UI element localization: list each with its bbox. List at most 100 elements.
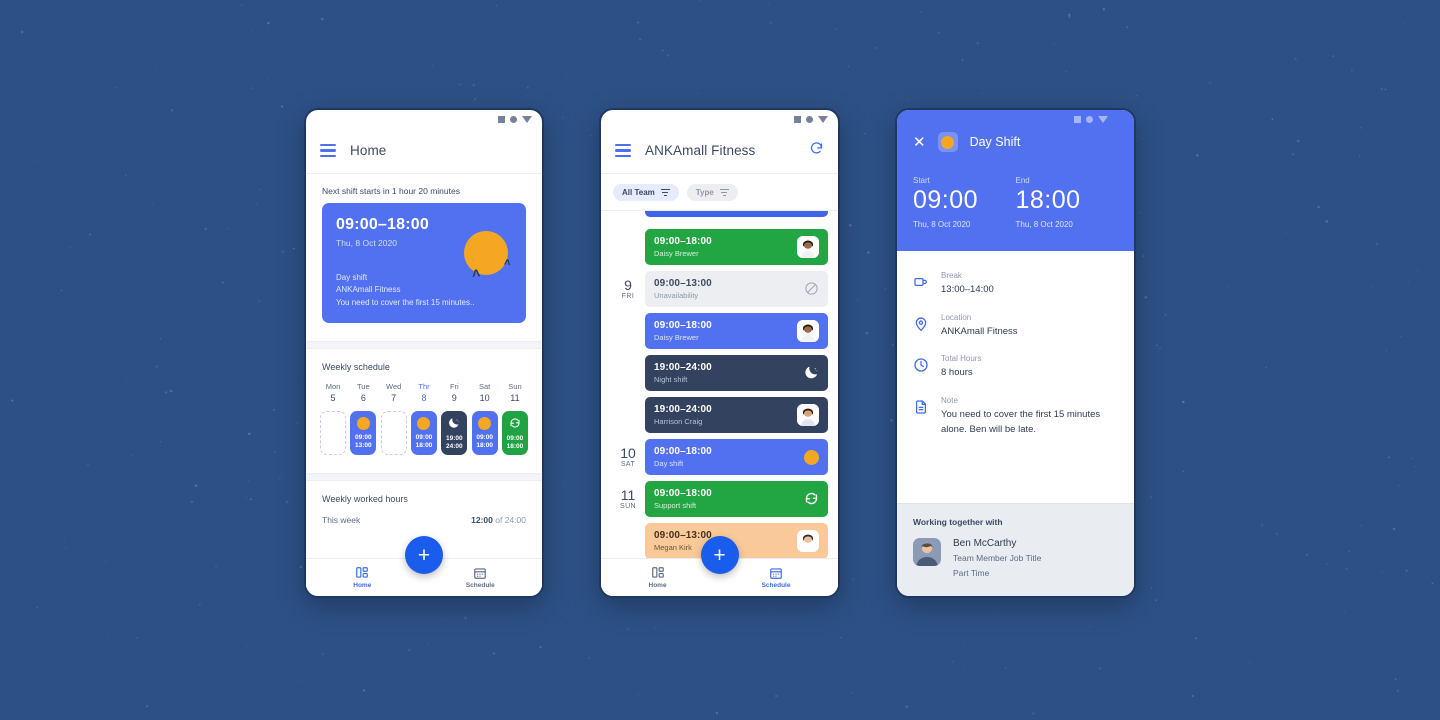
schedule-day-number: 9 <box>624 277 632 293</box>
shift-card[interactable]: 19:00–24:00 Night shift <box>645 355 828 391</box>
schedule-day-number: 10 <box>620 445 636 461</box>
week-day-wed[interactable]: Wed 7 <box>380 382 407 456</box>
status-bar <box>306 110 542 128</box>
nav-item-schedule[interactable]: Schedule <box>466 566 495 589</box>
shift-subtitle: Support shift <box>654 501 697 510</box>
app-bar: ANKAmall Fitness <box>601 128 838 174</box>
calendar-icon <box>770 568 782 579</box>
avatar <box>913 537 941 566</box>
week-day-sun[interactable]: Sun 11 09:00 18:00 <box>501 382 528 456</box>
week-day-mon[interactable]: Mon 5 <box>320 382 346 456</box>
week-day-empty-slot[interactable] <box>380 411 407 456</box>
worked-value: 12:00 <box>471 515 493 526</box>
weekly-schedule-title: Weekly schedule <box>322 362 390 373</box>
week-day-name: Fri <box>449 382 459 392</box>
avatar <box>797 530 819 552</box>
info-row-break: Break 13:00–14:00 <box>913 265 1118 307</box>
dashboard-icon <box>651 567 664 578</box>
worked-total: of 24:00 <box>495 515 526 526</box>
info-value: 13:00–14:00 <box>941 284 994 295</box>
filter-chip-type[interactable]: Type <box>686 184 738 201</box>
shift-card[interactable]: 19:00–24:00 Harrison Craig <box>645 397 828 433</box>
end-date: Thu, 8 Oct 2020 <box>1015 220 1073 229</box>
week-day-shift[interactable]: 09:00 18:00 <box>471 411 498 456</box>
nav-item-home[interactable]: Home <box>649 566 667 589</box>
shift-card[interactable]: 09:00–18:00 Daisy Brewer <box>645 313 828 349</box>
shift-time: 19:00–24:00 <box>654 362 712 373</box>
start-date: Thu, 8 Oct 2020 <box>913 220 971 229</box>
info-value: ANKAmall Fitness <box>941 325 1018 337</box>
week-day-name: Mon <box>325 382 341 392</box>
week-day-fri[interactable]: Fri 9 19:00 24:00 <box>441 382 468 456</box>
week-day-number: 8 <box>421 393 427 404</box>
week-day-shift[interactable]: 09:00 18:00 <box>501 411 528 456</box>
week-day-shift[interactable]: 09:00 18:00 <box>410 411 437 456</box>
week-day-empty-slot[interactable] <box>320 411 346 456</box>
close-icon[interactable]: ✕ <box>913 135 926 150</box>
add-button[interactable]: + <box>405 536 443 574</box>
section-divider <box>306 473 542 482</box>
weekly-worked-hours-row: This week 12:00 of 24:00 <box>306 504 542 525</box>
shift-card[interactable]: 09:00–13:00 Unavailability <box>645 271 828 307</box>
schedule-day-weekday: FRI <box>621 293 635 300</box>
filter-chip-all-team[interactable]: All Team <box>613 184 679 201</box>
coworker-name: Ben McCarthy <box>953 537 1017 549</box>
nav-label-home: Home <box>648 582 667 589</box>
shift-card[interactable]: 09:00–18:00 Support shift <box>645 481 828 517</box>
schedule-day-column: 11 SUN <box>611 481 645 565</box>
shift-subtitle: Night shift <box>654 375 688 384</box>
circle-icon <box>510 115 517 123</box>
sun-icon <box>417 417 431 431</box>
sun-icon <box>478 417 492 431</box>
status-bar <box>913 110 1118 128</box>
shift-time: 09:00–18:00 <box>654 488 712 499</box>
weekly-worked-hours-title: Weekly worked hours <box>322 494 408 505</box>
week-day-sat[interactable]: Sat 10 09:00 18:00 <box>471 382 498 456</box>
week-day-name: Sun <box>508 382 522 392</box>
week-day-shift[interactable]: 19:00 24:00 <box>441 411 468 456</box>
triangle-down-icon <box>522 115 532 123</box>
shift-detail-header: ✕ Day Shift Start 09:00 Thu, 8 Oct 2020 … <box>897 110 1134 251</box>
filter-icon <box>660 188 670 197</box>
schedule-day-column: 9 FRI <box>611 271 645 439</box>
circle-icon <box>806 115 813 123</box>
next-shift-card[interactable]: 09:00–18:00 Thu, 8 Oct 2020 ˄ ˄ Day shif… <box>322 203 526 324</box>
info-label: Break <box>941 271 962 280</box>
no-entry-icon <box>804 281 819 298</box>
shift-time: 09:00–13:00 <box>654 278 712 289</box>
schedule-day-column: 10 SAT <box>611 439 645 481</box>
shift-card[interactable]: 09:00–18:00 Day shift <box>645 439 828 475</box>
week-day-tue[interactable]: Tue 6 09:00 13:00 <box>350 382 377 456</box>
schedule-day-column <box>611 211 645 271</box>
info-row-location: Location ANKAmall Fitness <box>913 307 1118 349</box>
coworker-item[interactable]: Ben McCarthy Team Member Job Title Part … <box>913 537 1118 581</box>
coworker-job-title: Team Member Job Title <box>953 552 1042 563</box>
shift-start: 09:00 <box>415 434 433 442</box>
nav-item-schedule[interactable]: Schedule <box>761 566 791 589</box>
avatar <box>797 236 819 258</box>
coffee-cup-icon <box>913 271 929 295</box>
shift-info-list: Break 13:00–14:00 Location ANKAmall Fitness… <box>897 251 1134 459</box>
refresh-icon[interactable] <box>809 141 824 161</box>
schedule-day-group: 09:00–18:00 Daisy Brewer <box>601 211 838 271</box>
add-button[interactable]: + <box>700 536 739 574</box>
schedule-day-shifts: 09:00–13:00 Unavailability 09:00–18:00 Dais… <box>645 271 828 439</box>
info-row-total-hours: Total Hours 8 hours <box>913 348 1118 390</box>
week-day-shift[interactable]: 09:00 13:00 <box>350 411 377 456</box>
nav-label-home: Home <box>353 582 372 589</box>
shift-card[interactable]: 09:00–18:00 Daisy Brewer <box>645 229 828 265</box>
hamburger-icon[interactable] <box>615 143 631 158</box>
start-label: Start <box>913 176 930 185</box>
schedule-list[interactable]: 09:00–18:00 Daisy Brewer 9 FRI 09:00–13:00 Un… <box>601 211 838 581</box>
filter-chip-label: All Team <box>622 188 655 197</box>
hamburger-icon[interactable] <box>320 143 336 158</box>
square-icon <box>1074 115 1081 123</box>
start-time: 09:00 <box>913 186 979 214</box>
app-bar: Home <box>306 128 542 174</box>
nav-label-schedule: Schedule <box>761 582 791 589</box>
page-title: Home <box>350 143 387 158</box>
week-day-thr[interactable]: Thr 8 09:00 18:00 <box>410 382 437 456</box>
shift-time: 19:00–24:00 <box>654 404 712 415</box>
nav-item-home[interactable]: Home <box>353 566 371 589</box>
week-day-name: Wed <box>386 382 402 392</box>
